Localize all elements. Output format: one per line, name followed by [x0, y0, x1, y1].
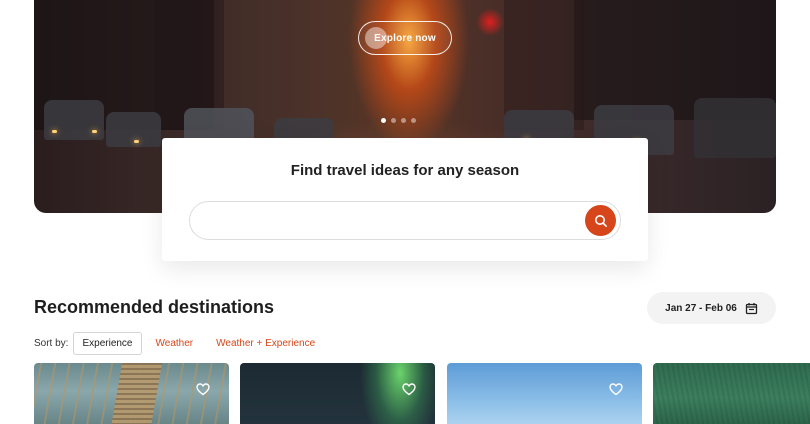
carousel-dot[interactable] [391, 118, 396, 123]
search-input[interactable] [189, 201, 621, 240]
sort-bar: Sort by: Experience Weather Weather + Ex… [34, 331, 338, 355]
sort-label: Sort by: [34, 337, 69, 349]
destination-card[interactable] [240, 363, 435, 424]
recommended-title: Recommended destinations [34, 297, 275, 317]
sort-option-weather-experience[interactable]: Weather + Experience [216, 338, 315, 349]
carousel-dot[interactable] [381, 118, 386, 123]
carousel-dot[interactable] [411, 118, 416, 123]
date-range-label: Jan 27 - Feb 06 [665, 302, 737, 314]
search-button[interactable] [585, 205, 616, 236]
date-range-picker[interactable]: Jan 27 - Feb 06 [647, 292, 776, 324]
destination-card[interactable] [653, 363, 810, 424]
search-title: Find travel ideas for any season [290, 162, 520, 179]
explore-now-button[interactable]: Explore now [358, 21, 452, 55]
sort-option-experience[interactable]: Experience [73, 331, 142, 355]
heart-icon[interactable] [196, 383, 210, 396]
search-icon [594, 214, 607, 227]
carousel-dots [381, 118, 416, 123]
card-image [109, 363, 163, 424]
carousel-dot[interactable] [401, 118, 406, 123]
heart-icon[interactable] [402, 383, 416, 396]
heart-icon[interactable] [609, 383, 623, 396]
destination-card[interactable] [447, 363, 642, 424]
search-card: Find travel ideas for any season [162, 138, 648, 261]
calendar-icon [745, 302, 757, 314]
destination-card[interactable] [34, 363, 229, 424]
explore-now-label: Explore now [374, 32, 436, 44]
sort-option-weather[interactable]: Weather [156, 338, 194, 349]
